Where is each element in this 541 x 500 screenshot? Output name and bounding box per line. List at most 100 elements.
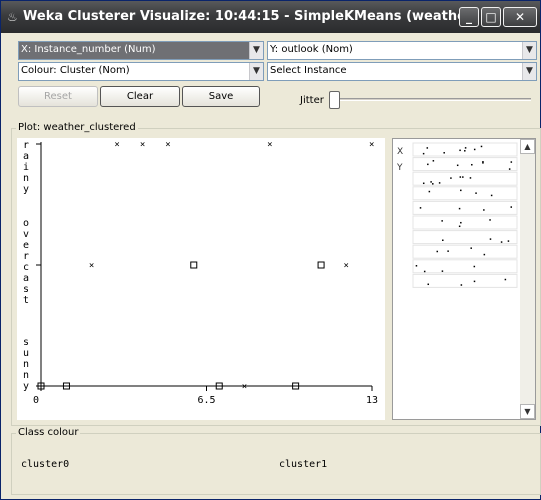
mini-plot-strip[interactable] <box>412 259 518 274</box>
mini-plot-point <box>471 163 473 166</box>
y-tick-label: sunny <box>23 337 29 392</box>
chevron-down-icon: ▼ <box>522 63 536 80</box>
chevron-down-icon: ▼ <box>249 63 263 80</box>
mini-plot-point <box>482 162 484 164</box>
mini-plot-strip[interactable] <box>412 142 518 157</box>
mini-plot-strip[interactable] <box>412 157 518 172</box>
mini-plot-point <box>507 240 510 242</box>
data-point-cluster1 <box>317 261 325 269</box>
mini-plot-strip[interactable] <box>412 200 518 215</box>
chevron-down-icon: ▼ <box>524 407 531 416</box>
close-button[interactable]: ✕ <box>503 7 537 27</box>
minimize-button[interactable]: _ <box>459 7 479 27</box>
mini-plot-point <box>427 283 430 286</box>
mini-plot-point <box>504 278 507 281</box>
mini-plot-point <box>464 150 466 152</box>
mini-plot-point <box>422 182 425 185</box>
mini-plot-point <box>470 247 472 249</box>
maximize-icon: □ <box>485 10 497 24</box>
mini-plot-point <box>423 270 426 273</box>
mini-plot-point <box>460 284 463 286</box>
mini-plot-strip[interactable] <box>412 215 518 230</box>
mini-plot-point <box>441 270 444 272</box>
mini-plot-point <box>475 192 477 194</box>
mini-plot-point <box>480 145 483 148</box>
mini-plot-strip[interactable] <box>412 273 518 288</box>
class-colour-group: Class colour <box>11 427 541 495</box>
reset-button[interactable]: Reset <box>18 86 98 107</box>
mini-plot-point <box>458 207 461 210</box>
clusterer-visualize-window: ♨ Weka Clusterer Visualize: 10:44:15 - S… <box>0 0 541 500</box>
data-point-cluster0: × <box>267 140 272 150</box>
mini-plot-point <box>456 164 459 167</box>
clear-button[interactable]: Clear <box>100 86 180 107</box>
mini-plot-point <box>473 280 476 283</box>
mini-plot-point <box>459 176 462 178</box>
plot-title: Plot: weather_clustered <box>16 122 138 133</box>
jitter-slider-track[interactable] <box>335 98 531 101</box>
mini-plot-point <box>489 219 491 221</box>
mini-plot-point <box>462 176 464 178</box>
mini-plot-point <box>510 161 513 163</box>
mini-plot-point <box>459 149 461 152</box>
mini-plot-point <box>483 209 485 211</box>
cluster-legend-item[interactable]: cluster1 <box>279 459 327 470</box>
mini-plot-point <box>442 239 444 241</box>
mini-plot-point <box>443 152 445 154</box>
mini-plot-point <box>427 163 429 166</box>
x-axis-select-value: X: Instance_number (Num) <box>21 44 156 55</box>
data-point-cluster0: × <box>89 261 94 271</box>
attribute-mini-plots[interactable]: X Y <box>392 138 536 420</box>
class-colour-title: Class colour <box>16 427 81 438</box>
mini-plot-point <box>432 183 434 185</box>
mini-plot-point <box>428 190 431 193</box>
y-axis-select[interactable]: Y: outlook (Nom) ▼ <box>267 41 537 60</box>
select-instance-value: Select Instance <box>270 65 347 76</box>
x-tick-label: 6.5 <box>198 395 216 406</box>
mini-plot-strip[interactable] <box>412 244 518 259</box>
y-axis-select-value: Y: outlook (Nom) <box>270 44 353 55</box>
data-point-cluster0: × <box>344 261 349 271</box>
mini-plot-point <box>490 194 493 197</box>
mini-plot-point <box>419 207 422 209</box>
mini-plot-point <box>464 147 467 149</box>
mini-plot-point <box>450 177 452 179</box>
x-tick-label: 0 <box>33 395 39 406</box>
y-tick-label: rainy <box>23 140 29 195</box>
mini-plot-strip[interactable] <box>412 186 518 201</box>
cluster-legend-item[interactable]: cluster0 <box>21 459 69 470</box>
mini-plot-point <box>458 225 461 228</box>
mini-plot-point <box>430 181 432 183</box>
data-point-cluster0: × <box>165 140 170 150</box>
mini-plot-point <box>483 253 486 256</box>
mini-plots-canvas[interactable] <box>393 139 521 421</box>
mini-plot-strip[interactable] <box>412 171 518 186</box>
x-axis-select[interactable]: X: Instance_number (Num) ▼ <box>18 41 264 60</box>
mini-plot-point <box>422 152 425 155</box>
mini-plot-point <box>469 177 472 179</box>
data-point-cluster1 <box>190 261 198 269</box>
data-point-cluster0: × <box>140 140 145 150</box>
maximize-button[interactable]: □ <box>481 7 501 27</box>
save-button[interactable]: Save <box>182 86 260 107</box>
plot-area[interactable]: r a i n y o v e r c a s t s u n n y 0 6.5 13 × × × × × × × × <box>17 138 385 420</box>
x-tick-label: 13 <box>366 395 378 406</box>
select-instance-select[interactable]: Select Instance ▼ <box>267 62 537 81</box>
title-bar[interactable]: ♨ Weka Clusterer Visualize: 10:44:15 - S… <box>1 1 540 33</box>
mini-plot-point <box>489 238 492 240</box>
data-point-cluster0: × <box>114 140 119 150</box>
mini-plots-scrollbar[interactable]: ▲ ▼ <box>520 139 535 419</box>
scroll-down-button[interactable]: ▼ <box>520 404 535 419</box>
colour-select-value: Colour: Cluster (Nom) <box>21 65 130 76</box>
mini-plot-point <box>436 250 439 253</box>
mini-plot-point <box>500 241 503 243</box>
window-title: Weka Clusterer Visualize: 10:44:15 - Sim… <box>23 9 479 24</box>
jitter-slider-handle[interactable] <box>329 91 340 109</box>
chevron-down-icon: ▼ <box>522 42 536 59</box>
scroll-up-button[interactable]: ▲ <box>520 139 535 154</box>
scatter-plot[interactable]: r a i n y o v e r c a s t s u n n y 0 6.5 13 × × × × × × × × <box>17 138 385 420</box>
mini-plot-point <box>438 182 441 184</box>
mini-plot-point <box>426 147 429 149</box>
colour-select[interactable]: Colour: Cluster (Nom) ▼ <box>18 62 264 81</box>
jitter-label: Jitter <box>300 95 324 106</box>
